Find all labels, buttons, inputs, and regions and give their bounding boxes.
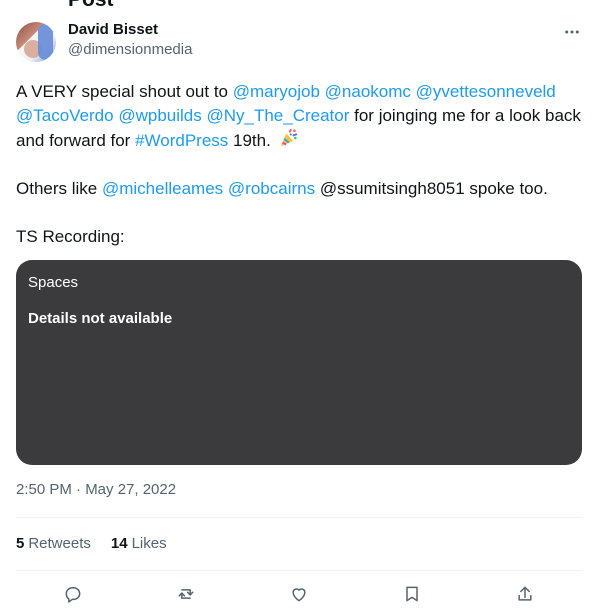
others-prefix: Others like — [16, 179, 102, 198]
mention-wpbuilds[interactable]: @wpbuilds — [118, 106, 201, 125]
post-header-cut: Post — [68, 0, 114, 12]
retweets-stat[interactable]: 5 Retweets — [16, 534, 91, 554]
post-content: A VERY special shout out to @maryojob @n… — [16, 80, 582, 249]
share-icon — [515, 584, 535, 604]
others-paragraph: Others like @michelleames @robcairns @ss… — [16, 177, 582, 201]
timestamp-divider — [16, 517, 582, 518]
stats-divider — [16, 570, 582, 571]
spaces-label: Spaces — [28, 274, 79, 291]
bookmark-icon — [402, 584, 422, 604]
retweet-icon — [176, 584, 196, 604]
mention-yvettesonneveld[interactable]: @yvettesonneveld — [416, 82, 556, 101]
post-actions — [16, 580, 582, 608]
retweets-label: Retweets — [28, 535, 91, 552]
likes-count: 14 — [110, 535, 128, 552]
post-intro-text: A VERY special shout out to — [16, 82, 233, 101]
more-options-button[interactable] — [560, 20, 584, 44]
post-main-paragraph: A VERY special shout out to @maryojob @n… — [16, 80, 582, 153]
mention-maryojob[interactable]: @maryojob — [233, 82, 320, 101]
avatar[interactable] — [16, 22, 56, 62]
retweets-count: 5 — [16, 535, 25, 552]
heart-icon — [289, 584, 309, 604]
mention-ny-the-creator[interactable]: @Ny_The_Creator — [206, 106, 349, 125]
reply-icon — [63, 584, 83, 604]
spaces-card[interactable]: Spaces Details not available — [16, 260, 582, 465]
mention-naokomc[interactable]: @naokomc — [325, 82, 411, 101]
mention-michelleames[interactable]: @michelleames — [102, 179, 223, 198]
likes-stat[interactable]: 14 Likes — [111, 534, 167, 554]
author-name[interactable]: David Bisset — [68, 20, 192, 40]
others-suffix: @ssumitsingh8051 spoke too. — [315, 179, 548, 198]
post-after-hashtag-text: 19th. — [228, 131, 276, 150]
author-info: David Bisset @dimensionmedia — [68, 20, 192, 60]
mention-tacoverdo[interactable]: @TacoVerdo — [16, 106, 114, 125]
like-button[interactable] — [282, 577, 316, 611]
recording-label-paragraph: TS Recording: — [16, 225, 582, 249]
retweet-button[interactable] — [169, 577, 203, 611]
more-icon — [563, 23, 581, 41]
likes-label: Likes — [131, 535, 167, 552]
recording-label: TS Recording: — [16, 227, 125, 246]
author-handle[interactable]: @dimensionmedia — [68, 40, 192, 60]
mention-robcairns[interactable]: @robcairns — [228, 179, 315, 198]
party-popper-icon — [277, 128, 299, 150]
reply-button[interactable] — [56, 577, 90, 611]
share-button[interactable] — [508, 577, 542, 611]
post-timestamp[interactable]: 2:50 PM · May 27, 2022 — [16, 480, 176, 500]
hashtag-wordpress[interactable]: #WordPress — [135, 131, 228, 150]
post-stats: 5 Retweets 14 Likes — [16, 534, 167, 554]
bookmark-button[interactable] — [395, 577, 429, 611]
spaces-status: Details not available — [28, 310, 173, 327]
